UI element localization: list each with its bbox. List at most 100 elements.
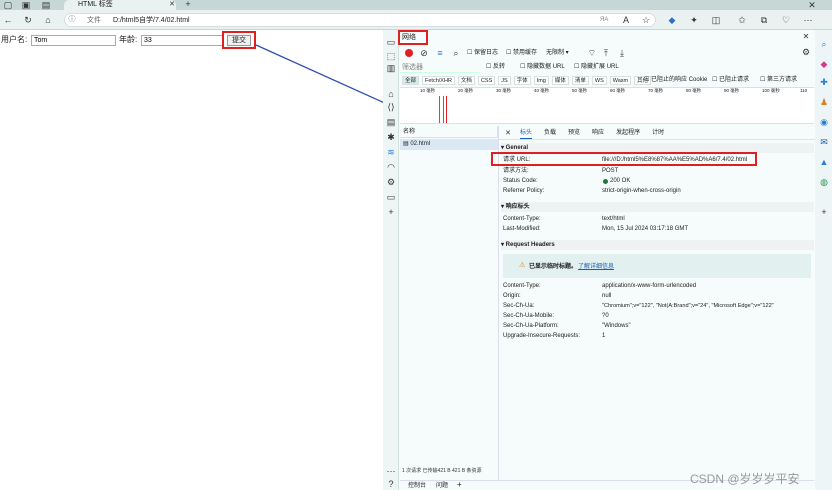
- welcome-home-icon[interactable]: ⌂: [385, 88, 397, 100]
- drawer-add-icon[interactable]: +: [457, 481, 462, 489]
- close-devtools-icon[interactable]: ✕: [800, 31, 812, 43]
- tab-headers[interactable]: 标头: [520, 128, 533, 139]
- performance-icon[interactable]: ◠: [385, 161, 397, 173]
- drawer-tab-issues[interactable]: 问题: [436, 482, 448, 490]
- type-filter[interactable]: 媒体: [551, 76, 569, 85]
- invert-checkbox[interactable]: ☐ 反转: [486, 63, 505, 72]
- header-key: Status Code:: [503, 178, 538, 184]
- fetch-filter-icon[interactable]: ≡: [434, 47, 446, 59]
- record-button[interactable]: [405, 49, 413, 57]
- header-value: text/html: [602, 216, 625, 222]
- type-filter[interactable]: Wasm: [609, 76, 632, 85]
- preserve-log-checkbox[interactable]: ☐ 保留日志: [467, 49, 498, 58]
- split-divider[interactable]: [498, 126, 499, 480]
- header-key: Upgrade-Insecure-Requests:: [503, 333, 581, 339]
- timeline-ticks: 10 毫秒 20 毫秒 30 毫秒 40 毫秒 50 毫秒 60 毫秒 70 毫…: [400, 88, 814, 96]
- more-menu-icon[interactable]: ⋯: [385, 465, 397, 477]
- request-row[interactable]: ▤ 02.html: [400, 139, 498, 150]
- tab-timing[interactable]: 计时: [652, 128, 664, 139]
- timeline-marker-blue: [439, 96, 440, 123]
- type-filter[interactable]: Fetch/XHR: [422, 76, 455, 85]
- timeline-marker-green: [443, 96, 444, 123]
- outlook-icon[interactable]: ✉: [818, 136, 830, 148]
- request-name: ▤ 02.html: [403, 141, 431, 147]
- response-headers-header[interactable]: ▾ 响应标头: [501, 202, 814, 212]
- arrow-line: [255, 44, 399, 110]
- network-title[interactable]: 网络: [402, 33, 416, 42]
- learn-more-link[interactable]: 了解详细信息: [578, 261, 614, 270]
- drawer-tab-console[interactable]: 控制台: [408, 482, 426, 490]
- type-filter[interactable]: CSS: [477, 76, 496, 85]
- blocked-requests-label: 已阻止请求: [719, 77, 750, 83]
- type-filter[interactable]: 文档: [457, 76, 475, 85]
- games-icon[interactable]: ♟: [818, 96, 830, 108]
- header-key: Last-Modified:: [503, 226, 541, 232]
- disable-cache-checkbox[interactable]: ☐ 禁用缓存: [506, 49, 537, 58]
- header-value: "Windows": [602, 323, 631, 329]
- close-detail-icon[interactable]: ✕: [502, 128, 514, 140]
- inspect-icon[interactable]: ⬚: [385, 50, 397, 62]
- tab-preview[interactable]: 预览: [568, 128, 580, 139]
- add-sidebar-icon[interactable]: +: [818, 206, 830, 218]
- more-tools-plus-icon[interactable]: +: [385, 206, 397, 218]
- tools-icon[interactable]: ✚: [818, 76, 830, 88]
- blocked-cookies-checkbox[interactable]: ☐ 已阻止的响应 Cookie: [644, 76, 707, 85]
- request-url-value: file:///D:/html5%E8%87%AA%E5%AD%A6/7.4/0…: [602, 157, 748, 163]
- type-filter[interactable]: 全部: [402, 76, 420, 85]
- header-key: Referrer Policy:: [503, 188, 545, 194]
- header-value: POST: [602, 168, 619, 174]
- settings-gear-icon[interactable]: ⚙: [385, 176, 397, 188]
- type-filter[interactable]: 字体: [513, 76, 531, 85]
- type-filter[interactable]: Img: [533, 76, 549, 85]
- device-emulation-icon[interactable]: ▭: [385, 36, 397, 48]
- application-icon[interactable]: ▭: [385, 191, 397, 203]
- throttle-select[interactable]: 无限制 ▾: [546, 49, 569, 58]
- type-filter[interactable]: JS: [498, 76, 511, 85]
- type-filter[interactable]: 清单: [571, 76, 589, 85]
- throttle-value: 无限制: [546, 50, 565, 56]
- header-key: Sec-Ch-Ua-Mobile:: [503, 313, 555, 319]
- elements-icon[interactable]: ⟨⟩: [385, 101, 397, 113]
- shopping-icon[interactable]: ◆: [818, 58, 830, 70]
- hide-data-urls-checkbox[interactable]: ☐ 隐藏数据 URL: [520, 63, 565, 72]
- third-party-label: 第三方请求: [767, 77, 798, 83]
- drop-icon[interactable]: ▲: [818, 156, 830, 168]
- name-column-header[interactable]: 名称: [400, 129, 415, 135]
- type-filter-bar: 全部 Fetch/XHR 文档 CSS JS 字体 Img 媒体 清单 WS W…: [402, 76, 652, 85]
- wifi-conditions-icon[interactable]: ⌔: [586, 47, 598, 59]
- console-icon[interactable]: ▤: [385, 116, 397, 128]
- blocked-requests-checkbox[interactable]: ☐ 已阻止请求: [712, 76, 749, 85]
- help-icon[interactable]: ?: [385, 478, 397, 490]
- type-filter[interactable]: WS: [591, 76, 607, 85]
- tab-initiator[interactable]: 发起程序: [616, 128, 640, 139]
- header-value: Mon, 15 Jul 2024 03:17:18 GMT: [602, 226, 689, 232]
- office-icon[interactable]: ◉: [818, 116, 830, 128]
- export-icon[interactable]: ⤓: [616, 47, 628, 59]
- header-value: 1: [602, 333, 606, 339]
- search-icon[interactable]: ⌕: [450, 47, 462, 59]
- import-icon[interactable]: ⤒: [600, 47, 612, 59]
- tab-payload[interactable]: 负载: [544, 128, 556, 139]
- hide-ext-urls-checkbox[interactable]: ☐ 隐藏扩展 URL: [574, 63, 619, 72]
- header-value: strict-origin-when-cross-origin: [602, 188, 681, 194]
- header-key: Content-Type:: [503, 283, 541, 289]
- network-settings-icon[interactable]: ⚙: [800, 46, 812, 58]
- timeline-tick: 110: [800, 88, 808, 93]
- timeline-tick: 60 毫秒: [610, 88, 626, 93]
- header-key: 请求方法:: [503, 168, 529, 174]
- filter-input[interactable]: 筛选器: [400, 62, 480, 73]
- edge-app-icon[interactable]: ◍: [818, 176, 830, 188]
- sources-bug-icon[interactable]: ✱: [385, 131, 397, 143]
- third-party-checkbox[interactable]: ☐ 第三方请求: [760, 76, 797, 85]
- dock-icon[interactable]: ▥: [385, 62, 397, 74]
- tab-response[interactable]: 响应: [592, 128, 604, 139]
- search-sidebar-icon[interactable]: ⌕: [818, 38, 830, 50]
- request-headers-header[interactable]: ▾ Request Headers: [501, 240, 814, 250]
- network-wifi-icon[interactable]: ≋: [385, 146, 397, 158]
- status-ok-dot: [603, 179, 608, 184]
- clear-icon[interactable]: ⊘: [418, 47, 430, 59]
- timeline-tick: 90 毫秒: [724, 88, 740, 93]
- hide-ext-urls-label: 隐藏扩展 URL: [581, 64, 619, 70]
- timeline-tick: 30 毫秒: [496, 88, 512, 93]
- blocked-cookies-label: 已阻止的响应 Cookie: [651, 77, 708, 83]
